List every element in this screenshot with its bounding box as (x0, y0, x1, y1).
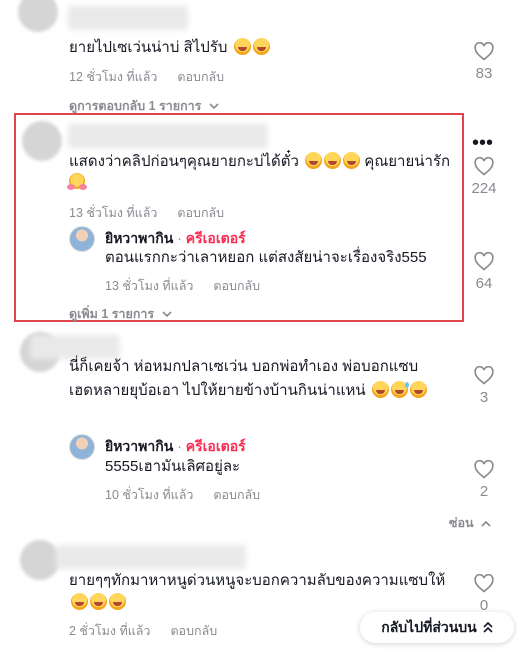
comment-text-line1: นี่ก็เคยจ้า ห่อหมกปลาเซเว่น บอกพ่อทำเอง … (69, 358, 419, 375)
comment-meta: 13 ชั่วโมง ที่แล้ว ตอบกลับ (69, 203, 244, 223)
laughing-emoji-icon (233, 38, 251, 55)
view-more-button[interactable]: ดูเพิ่ม 1 รายการ (69, 304, 172, 324)
reply-button[interactable]: ตอบกลับ (177, 206, 224, 220)
comment-time: 12 ชั่วโมง ที่แล้ว (69, 70, 158, 84)
reply-meta: 10 ชั่วโมง ที่แล้ว ตอบกลับ (105, 485, 280, 505)
more-icon: ••• (472, 132, 494, 154)
like-button[interactable]: 224 (464, 157, 504, 197)
username-blurred[interactable] (56, 545, 246, 569)
laughing-emoji-icon (252, 38, 270, 55)
comment-text-tail: คุณยายน่ารัก (364, 153, 451, 170)
reply-header: ยิหวาพากิน · ครีเอเตอร์ (105, 436, 246, 458)
like-button[interactable]: 83 (464, 42, 504, 82)
more-options-button[interactable]: ••• (472, 133, 493, 153)
like-count: 224 (471, 180, 497, 197)
comment-text-content: แสดงว่าคลิปก่อนๆคุณยายกะบ่ได้ตั๋ว (69, 153, 299, 170)
comment-text: ยายไปเซเว่นน่าบ่ สิไปรับ (69, 37, 270, 59)
laughing-emoji-icon (90, 593, 107, 610)
comment-text: แสดงว่าคลิปก่อนๆคุณยายกะบ่ได้ตั๋ว คุณยาย… (67, 151, 459, 196)
laughing-emoji-icon (324, 152, 342, 169)
like-button[interactable]: 3 (464, 366, 504, 406)
reply-button[interactable]: ตอบกลับ (170, 624, 217, 638)
comment-text-content: ยายๆๆทักมาหาหนูด่วนหนูจะบอกความลับของควา… (69, 572, 446, 589)
comment-emoji-row (69, 592, 464, 614)
comment-text-content: ยายไปเซเว่นน่าบ่ สิไปรับ (69, 39, 228, 56)
creator-badge: ครีเอเตอร์ (185, 438, 246, 454)
avatar[interactable] (18, 0, 58, 32)
reply-button[interactable]: ตอบกลับ (177, 70, 224, 84)
heart-icon (474, 157, 494, 176)
view-more-label: ดูเพิ่ม 1 รายการ (69, 307, 155, 321)
heart-icon (474, 42, 494, 61)
smiling-hearts-emoji-icon (67, 173, 87, 190)
reply-username[interactable]: ยิหวาพากิน (105, 438, 173, 454)
separator-dot: · (177, 438, 182, 454)
comment-text: นี่ก็เคยจ้า ห่อหมกปลาเซเว่น บอกพ่อทำเอง … (69, 356, 459, 402)
comment-meta: 2 ชั่วโมง ที่แล้ว ตอบกลับ (69, 621, 237, 641)
back-to-top-label: กลับไปที่ส่วนบน (381, 618, 477, 635)
chevron-down-icon (209, 103, 219, 110)
like-button[interactable]: 2 (464, 460, 504, 500)
like-button[interactable]: 64 (464, 252, 504, 292)
avatar[interactable] (22, 121, 62, 161)
heart-icon (474, 460, 494, 479)
like-button[interactable]: 0 (464, 574, 504, 614)
avatar[interactable] (20, 540, 60, 580)
like-count: 3 (479, 389, 489, 406)
reply-time: 13 ชั่วโมง ที่แล้ว (105, 279, 194, 293)
reply-time: 10 ชั่วโมง ที่แล้ว (105, 488, 194, 502)
back-to-top-button[interactable]: กลับไปที่ส่วนบน (360, 612, 514, 643)
like-count: 83 (475, 65, 493, 82)
laughing-emoji-icon (109, 593, 126, 610)
comment-text-line2-wrap: เฮดหลายยุบ้อเอา ไปให้ยายข้างบ้านกินน่าแห… (69, 380, 459, 402)
reply-button[interactable]: ตอบกลับ (213, 279, 260, 293)
like-count: 64 (475, 275, 493, 292)
hide-replies-button[interactable]: ซ่อน (449, 513, 491, 533)
creator-badge: ครีเอเตอร์ (185, 230, 246, 246)
laughing-emoji-icon (371, 381, 389, 398)
creator-avatar[interactable] (69, 434, 95, 460)
reply-username[interactable]: ยิหวาพากิน (105, 230, 173, 246)
double-chevron-up-icon (483, 622, 493, 633)
heart-icon (474, 366, 494, 385)
grinning-sweat-emoji-icon (390, 381, 409, 398)
creator-avatar[interactable] (69, 226, 95, 252)
comment-text: ยายๆๆทักมาหาหนูด่วนหนูจะบอกความลับของควา… (69, 570, 464, 614)
comment-time: 13 ชั่วโมง ที่แล้ว (69, 206, 158, 220)
reply-button[interactable]: ตอบกลับ (213, 488, 260, 502)
reply-text: 5555เฮามันเลิศอยู่ละ (105, 458, 241, 475)
heart-icon (474, 252, 494, 271)
chevron-down-icon (162, 311, 172, 318)
laughing-emoji-icon (305, 152, 323, 169)
like-count: 2 (479, 483, 489, 500)
chevron-up-icon (481, 520, 491, 527)
username-blurred[interactable] (68, 6, 188, 30)
username-blurred[interactable] (68, 124, 268, 148)
reply-text: ตอนแรกกะว่าเลาหยอก แต่สงสัยน่าจะเรื่องจร… (105, 249, 427, 266)
heart-icon (474, 574, 494, 593)
hide-label: ซ่อน (449, 516, 474, 530)
separator-dot: · (177, 230, 182, 246)
laughing-emoji-icon (71, 593, 88, 610)
comment-meta: 12 ชั่วโมง ที่แล้ว ตอบกลับ (69, 67, 244, 87)
comment-time: 2 ชั่วโมง ที่แล้ว (69, 624, 151, 638)
laughing-emoji-icon (343, 152, 361, 169)
reply-meta: 13 ชั่วโมง ที่แล้ว ตอบกลับ (105, 276, 280, 296)
laughing-emoji-icon (409, 381, 427, 398)
view-replies-label: ดูการตอบกลับ 1 รายการ (69, 99, 202, 113)
comment-text-line2: เฮดหลายยุบ้อเอา ไปให้ยายข้างบ้านกินน่าแห… (69, 382, 366, 399)
